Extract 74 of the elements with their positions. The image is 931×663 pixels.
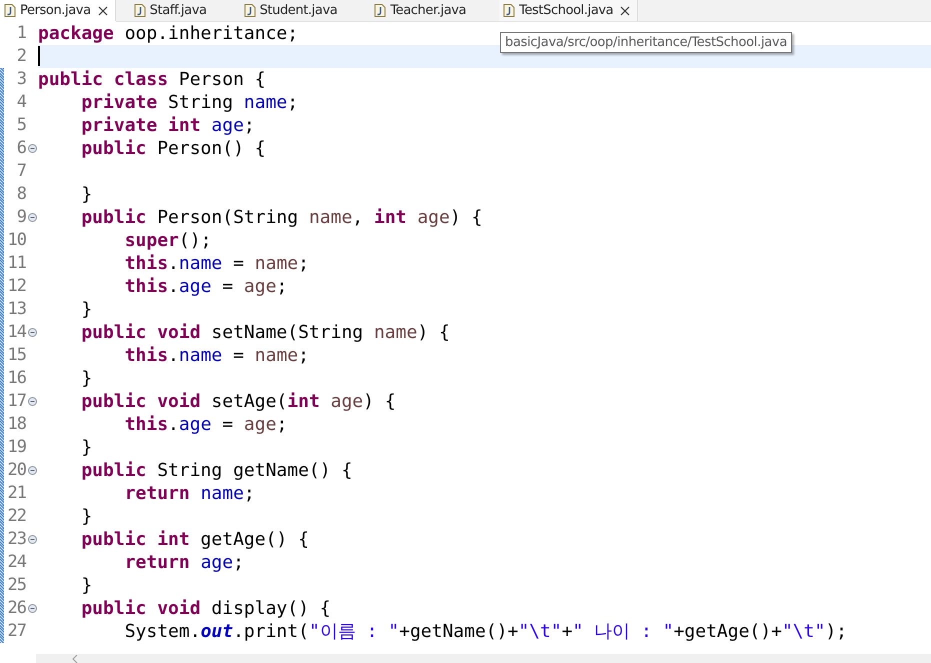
- code-line: public class Person {: [38, 68, 266, 91]
- java-file-icon: [134, 4, 146, 17]
- code-line: public Person(String name, int age) {: [80, 206, 482, 229]
- code-line: this.name = name;: [124, 344, 309, 367]
- line-number: 12: [6, 275, 26, 298]
- editor-tab[interactable]: Staff.java: [130, 0, 214, 21]
- line-number: 26: [6, 597, 26, 620]
- horizontal-scrollbar[interactable]: [36, 654, 931, 663]
- line-number: 3: [16, 68, 26, 91]
- line-number: 11: [6, 252, 26, 275]
- editor-tab[interactable]: Person.java: [0, 0, 116, 21]
- code-line: public void display() {: [80, 597, 331, 620]
- code-line: super();: [124, 229, 212, 252]
- line-number: 14: [6, 321, 26, 344]
- collapse-icon[interactable]: [28, 535, 36, 544]
- line-number: 13: [6, 298, 26, 321]
- editor-tab[interactable]: TestSchool.java: [499, 0, 638, 21]
- code-line: return age;: [124, 551, 244, 574]
- collapse-icon[interactable]: [28, 328, 36, 337]
- code-line: public void setName(String name) {: [80, 321, 450, 344]
- line-number: 4: [16, 91, 26, 114]
- line-number: 8: [16, 183, 26, 206]
- line-number: 7: [16, 160, 26, 183]
- line-number: 21: [6, 482, 26, 505]
- line-number: 5: [16, 114, 26, 137]
- code-line: return name;: [124, 482, 255, 505]
- line-number: 20: [6, 459, 26, 482]
- line-number: 9: [16, 206, 26, 229]
- code-line: this.name = name;: [124, 252, 309, 275]
- line-number: 19: [6, 436, 26, 459]
- code-line: }: [80, 367, 92, 390]
- collapse-icon[interactable]: [28, 397, 36, 406]
- line-number: 25: [6, 574, 26, 597]
- collapse-icon[interactable]: [28, 466, 36, 475]
- close-icon[interactable]: [98, 6, 108, 16]
- code-line: }: [80, 183, 92, 206]
- line-number: 17: [6, 390, 26, 413]
- java-file-icon: [4, 4, 16, 17]
- java-file-icon: [503, 4, 516, 17]
- line-number: 10: [6, 229, 26, 252]
- line-number: 1: [16, 22, 26, 45]
- code-line: System.out.print("이름 : "+getName()+"\t"+" 나이 : "+getAge()+"\t");: [124, 620, 847, 643]
- line-number: 2: [16, 45, 26, 68]
- editor-tab[interactable]: Student.java: [240, 0, 344, 21]
- line-number: 15: [6, 344, 26, 367]
- code-line: private int age;: [80, 114, 255, 137]
- code-line: }: [80, 436, 92, 459]
- line-number: 22: [6, 505, 26, 528]
- code-line: }: [80, 298, 92, 321]
- code-line: public void setAge(int age) {: [80, 390, 396, 413]
- line-number: 24: [6, 551, 26, 574]
- code-line: this.age = age;: [124, 275, 288, 298]
- code-line: this.age = age;: [124, 413, 288, 436]
- line-number: 27: [6, 620, 26, 643]
- code-line: }: [80, 574, 92, 597]
- code-line: }: [80, 505, 92, 528]
- line-number: 23: [6, 528, 26, 551]
- java-file-icon: [244, 4, 256, 17]
- collapse-icon[interactable]: [28, 144, 36, 153]
- collapse-icon[interactable]: [28, 604, 36, 613]
- code-line: public Person() {: [80, 137, 266, 160]
- code-line: private String name;: [80, 91, 298, 114]
- code-line: public int getAge() {: [80, 528, 309, 551]
- line-number: 6: [16, 137, 26, 160]
- line-number: 18: [6, 413, 26, 436]
- java-file-icon: [374, 4, 386, 17]
- tooltip: basicJava/src/oop/inheritance/TestSchool.java: [500, 32, 792, 53]
- line-number: 16: [6, 367, 26, 390]
- code-line: public String getName() {: [80, 459, 352, 482]
- collapse-icon[interactable]: [28, 213, 36, 222]
- close-icon[interactable]: [620, 6, 630, 16]
- code-line: package oop.inheritance;: [38, 22, 298, 45]
- text-cursor: [38, 46, 40, 66]
- editor-tab[interactable]: Teacher.java: [370, 0, 474, 21]
